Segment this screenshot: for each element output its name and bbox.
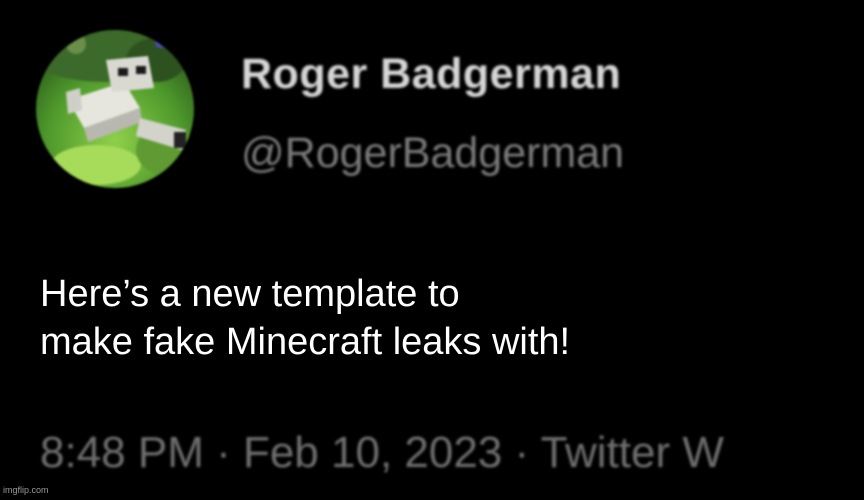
- display-name[interactable]: Roger Badgerman: [241, 50, 621, 99]
- tweet-timestamp-source[interactable]: 8:48 PM · Feb 10, 2023 · Twitter W: [40, 428, 864, 478]
- avatar-creature-icon: [36, 30, 194, 188]
- tweet-card: Roger Badgerman @RogerBadgerman Here’s a…: [0, 0, 864, 500]
- avatar[interactable]: [36, 30, 194, 188]
- imgflip-watermark: imgflip.com: [3, 485, 49, 495]
- tweet-body-text: Here’s a new template to make fake Minec…: [40, 273, 571, 363]
- user-handle[interactable]: @RogerBadgerman: [241, 129, 624, 178]
